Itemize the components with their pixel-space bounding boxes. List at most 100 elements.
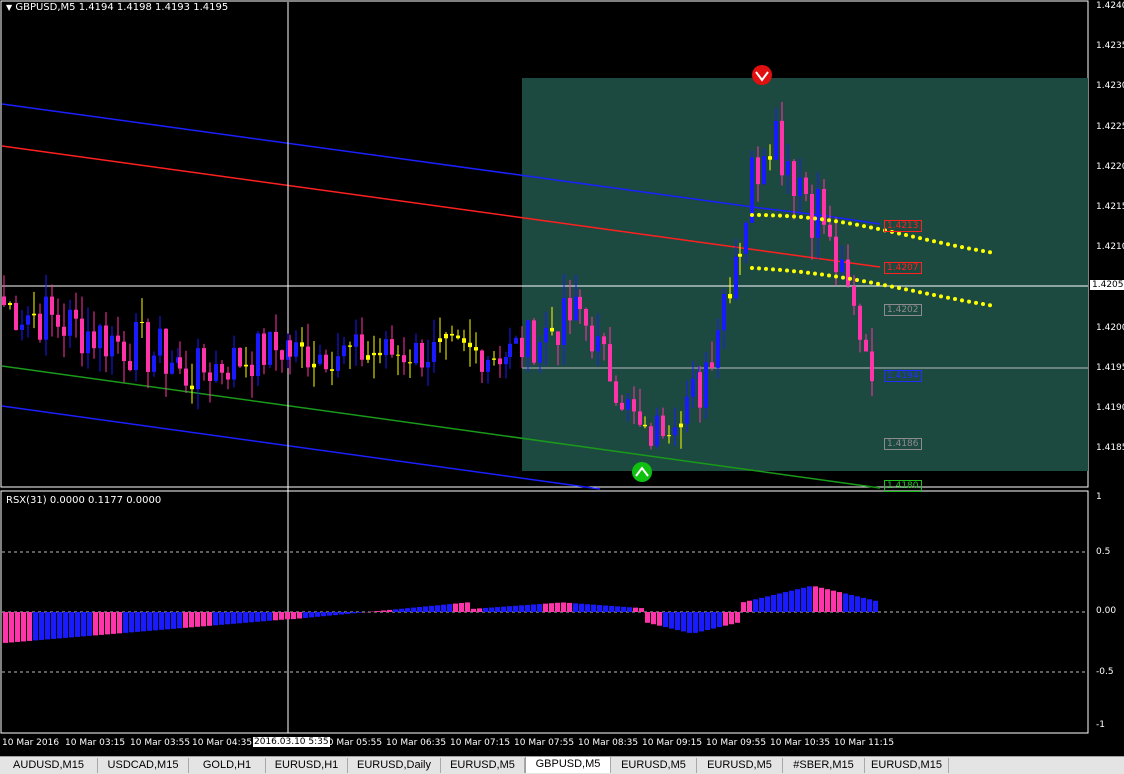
rsx-bar [39, 612, 44, 640]
candle-body [786, 161, 790, 175]
chart-tab[interactable]: EURUSD,M15 [865, 758, 949, 773]
candle-body [146, 322, 150, 372]
rsx-bar [69, 612, 74, 637]
candle-body [508, 344, 512, 357]
current-price-label: 1.4205 [1090, 280, 1124, 290]
chart-tab[interactable]: EURUSD,Daily [348, 758, 441, 773]
rsx-bar [165, 612, 170, 629]
candle-body [804, 178, 808, 194]
candle-body [498, 358, 502, 364]
rsx-bar [573, 603, 578, 612]
time-tick-label: 10 Mar 04:35 [192, 738, 252, 748]
rsx-bar [645, 612, 650, 623]
chart-tab[interactable]: AUDUSD,M15 [0, 758, 98, 773]
rsx-bar [303, 612, 308, 618]
candle-body [870, 351, 874, 381]
rsx-bar [459, 603, 464, 612]
rsx-bar [513, 606, 518, 612]
candle-body [568, 298, 572, 320]
chart-window[interactable]: ▼ GBPUSD,M5 1.4194 1.4198 1.4193 1.4195 … [0, 0, 1124, 773]
candle-body [360, 334, 364, 359]
rsx-bar [333, 612, 338, 615]
rsx-bar [639, 608, 644, 612]
envelope-dot-lower [918, 290, 922, 294]
candle-body [288, 340, 292, 356]
candle-body [768, 156, 772, 160]
candle-body [300, 342, 304, 346]
envelope-dot-lower [904, 287, 908, 291]
rsx-bar [519, 605, 524, 612]
envelope-dot-upper [918, 236, 922, 240]
candle-body [330, 369, 334, 371]
rsx-bar [759, 598, 764, 612]
candle-body [816, 189, 820, 238]
rsx-bar [597, 605, 602, 612]
rsx-bar [201, 612, 206, 626]
candle-body [602, 336, 606, 344]
candle-body [32, 314, 36, 316]
candle-body [110, 336, 114, 357]
envelope-dot-upper [806, 216, 810, 220]
rsx-bar [243, 612, 248, 623]
chart-tab[interactable]: EURUSD,M5 [611, 758, 697, 773]
rsx-bar [447, 604, 452, 612]
triangle-down-icon[interactable]: ▼ [6, 3, 12, 12]
rsx-bar [543, 604, 548, 612]
rsx-bar [123, 612, 128, 633]
candle-body [104, 326, 108, 357]
envelope-dot-lower [869, 281, 873, 285]
rsx-bar [621, 607, 626, 612]
candle-body [574, 297, 578, 321]
envelope-dot-upper [799, 215, 803, 219]
rsx-bar [789, 591, 794, 612]
candle-body [62, 327, 66, 336]
envelope-dot-upper [911, 235, 915, 239]
rsx-bar [423, 606, 428, 612]
envelope-dot-lower [799, 270, 803, 274]
envelope-dot-lower [890, 285, 894, 289]
rsx-bar [681, 612, 686, 631]
rsx-bar [159, 612, 164, 630]
candle-body [673, 427, 677, 435]
time-tick-label: 10 Mar 08:35 [578, 738, 638, 748]
envelope-dot-lower [925, 292, 929, 296]
rsx-bar [555, 603, 560, 612]
candle-body [550, 328, 554, 332]
candle-body [520, 338, 524, 357]
chart-tab[interactable]: EURUSD,M5 [441, 758, 525, 773]
chart-tab[interactable]: EURUSD,M5 [697, 758, 783, 773]
rsx-bar [21, 612, 26, 641]
envelope-dot-upper [862, 224, 866, 228]
chart-tab[interactable]: GOLD,H1 [189, 758, 266, 773]
rsx-bar [327, 612, 332, 616]
candle-body [578, 297, 582, 309]
rsx-bar [477, 608, 482, 612]
candle-body [80, 319, 84, 354]
rsx-bar [375, 611, 380, 612]
buy-signal-icon [632, 462, 652, 482]
candle-body [432, 342, 436, 362]
rsx-bar [585, 604, 590, 612]
chart-tab[interactable]: GBPUSD,M5 [525, 757, 611, 773]
candle-body [614, 381, 618, 403]
candle-body [728, 294, 732, 298]
rsx-bar [105, 612, 110, 634]
candle-body [486, 360, 490, 372]
envelope-dot-lower [967, 300, 971, 304]
chart-tab[interactable]: #SBER,M15 [783, 758, 865, 773]
chart-tab[interactable]: USDCAD,M15 [98, 758, 189, 773]
chart-tab[interactable]: EURUSD,H1 [266, 758, 348, 773]
price-tick-label: 1.4220 [1096, 162, 1124, 172]
candle-body [834, 237, 838, 272]
price-chart[interactable] [0, 0, 1124, 756]
candle-body [220, 364, 224, 373]
rsx-bar [537, 604, 542, 612]
envelope-dot-upper [869, 225, 873, 229]
candle-body [438, 338, 442, 342]
candle-body [348, 345, 352, 346]
price-level-tag: 1.4180 [884, 480, 922, 492]
candle-body [532, 320, 536, 362]
rsx-bar [657, 612, 662, 626]
candle-body [840, 260, 844, 273]
envelope-dot-upper [764, 213, 768, 217]
